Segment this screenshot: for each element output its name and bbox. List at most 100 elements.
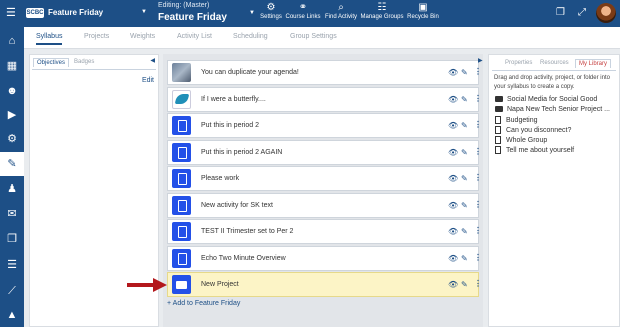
course-links-button[interactable]: ⚭ Course Links (285, 2, 321, 25)
hamburger-icon[interactable]: ☰ (6, 6, 18, 20)
pencil-icon[interactable]: ✎ (461, 95, 468, 104)
activity-row[interactable]: TEST II Trimester set to Per 2 👁 ✎ ⋮ (167, 219, 482, 244)
library-item-label: Napa New Tech Senior Project ... (507, 106, 610, 113)
users-icon[interactable]: ☻ (0, 79, 24, 103)
pencil-icon[interactable]: ✎ (461, 280, 468, 289)
activity-title[interactable]: New activity for SK text (201, 202, 273, 209)
more-options-icon[interactable]: ⋮ (474, 226, 482, 235)
pencil-icon[interactable]: ✎ (461, 227, 468, 236)
eye-icon[interactable]: 👁 (448, 254, 458, 263)
chevron-down-icon[interactable]: ▼ (249, 10, 255, 16)
eye-icon[interactable]: 👁 (448, 174, 458, 183)
more-options-icon[interactable]: ⋮ (474, 173, 482, 182)
activity-row[interactable]: If I were a butterfly.... 👁 ✎ ⋮ (167, 86, 482, 112)
pencil-icon[interactable]: ✎ (461, 174, 468, 183)
edit-link[interactable]: Edit (142, 77, 154, 84)
collapse-right-icon[interactable]: ▶ (478, 57, 483, 64)
eye-icon[interactable]: 👁 (448, 95, 458, 104)
eye-icon[interactable]: 👁 (448, 148, 458, 157)
mail-icon[interactable]: ✉ (0, 202, 24, 226)
more-options-icon[interactable]: ⋮ (474, 147, 482, 156)
library-item[interactable]: Social Media for Social Good (495, 96, 597, 103)
more-options-icon[interactable]: ⋮ (474, 253, 482, 262)
more-options-icon[interactable]: ⋮ (474, 279, 482, 288)
expand-icon[interactable]: ⤢ (578, 7, 586, 18)
tab-scheduling[interactable]: Scheduling (233, 33, 268, 40)
eye-icon[interactable]: 👁 (448, 201, 458, 210)
tab-objectives[interactable]: Objectives (33, 58, 70, 67)
calendar-icon[interactable]: ▦ (0, 54, 24, 78)
pencil-icon[interactable]: ✎ (461, 68, 468, 77)
activity-title[interactable]: TEST II Trimester set to Per 2 (201, 228, 293, 235)
eye-icon[interactable]: 👁 (448, 121, 458, 130)
library-item[interactable]: Napa New Tech Senior Project ... (495, 106, 610, 113)
recycle-bin-button[interactable]: ▣ Recycle Bin (406, 2, 440, 25)
pencil-icon[interactable]: ✎ (461, 201, 468, 210)
home-icon[interactable]: ⌂ (0, 29, 24, 53)
activity-title[interactable]: Put this in period 2 (201, 122, 259, 129)
activity-row[interactable]: Put this in period 2 👁 ✎ ⋮ (167, 113, 482, 138)
pencil-icon[interactable]: ✎ (461, 254, 468, 263)
activity-title[interactable]: If I were a butterfly.... (201, 96, 266, 103)
activity-row[interactable]: Please work 👁 ✎ ⋮ (167, 166, 482, 191)
editing-title[interactable]: Feature Friday (158, 12, 227, 23)
list-icon[interactable]: ☰ (0, 253, 24, 277)
activity-title[interactable]: Please work (201, 175, 239, 182)
activity-row[interactable]: New Project 👁 ✎ ⋮ (167, 272, 482, 297)
more-options-icon[interactable]: ⋮ (474, 94, 482, 103)
tab-weights[interactable]: Weights (130, 33, 155, 40)
chart-icon[interactable]: ⟋ (0, 279, 24, 303)
copy-icon[interactable]: ❐ (556, 7, 565, 18)
eye-icon[interactable]: 👁 (448, 227, 458, 236)
chevron-down-icon[interactable]: ▼ (141, 9, 147, 15)
collapse-left-icon[interactable]: ◀ (150, 57, 155, 64)
file-icon (495, 116, 501, 124)
trash-icon: ▣ (418, 2, 428, 13)
tab-projects[interactable]: Projects (84, 33, 109, 40)
pencil-icon[interactable]: ✎ (0, 152, 24, 176)
tab-group-settings[interactable]: Group Settings (290, 33, 337, 40)
eye-icon[interactable]: 👁 (448, 280, 458, 289)
settings-icon[interactable]: ⚙ (0, 127, 24, 151)
library-item[interactable]: Budgeting (495, 116, 538, 124)
tab-badges[interactable]: Badges (74, 59, 94, 65)
add-to-course-link[interactable]: + Add to Feature Friday (167, 300, 240, 307)
teacher-icon[interactable]: ♟ (0, 177, 24, 201)
tab-my-library[interactable]: My Library (575, 59, 612, 68)
activity-title[interactable]: Echo Two Minute Overview (201, 255, 286, 262)
pencil-icon[interactable]: ✎ (461, 121, 468, 130)
search-icon: ⌕ (338, 2, 344, 13)
copy-icon[interactable]: ❐ (0, 227, 24, 251)
activity-row[interactable]: Echo Two Minute Overview 👁 ✎ ⋮ (167, 245, 482, 271)
avatar[interactable] (596, 3, 616, 23)
library-item[interactable]: Can you disconnect? (495, 126, 571, 134)
library-item[interactable]: Tell me about yourself (495, 146, 574, 154)
library-panel: Properties Resources My Library Drag and… (488, 54, 620, 327)
tab-resources[interactable]: Resources (540, 60, 569, 66)
more-options-icon[interactable]: ⋮ (474, 200, 482, 209)
activity-list: You can duplicate your agenda! 👁 ✎ ⋮ If I we… (163, 54, 483, 327)
activity-title[interactable]: You can duplicate your agenda! (201, 69, 299, 76)
folder-icon (495, 96, 503, 103)
activity-row[interactable]: Put this in period 2 AGAIN 👁 ✎ ⋮ (167, 139, 482, 165)
activity-title[interactable]: Put this in period 2 AGAIN (201, 149, 282, 156)
editing-label: Editing: (Master) (158, 2, 210, 9)
play-icon[interactable]: ▶ (0, 103, 24, 127)
tab-properties[interactable]: Properties (505, 60, 532, 66)
tab-syllabus[interactable]: Syllabus (36, 33, 63, 45)
activity-row[interactable]: New activity for SK text 👁 ✎ ⋮ (167, 192, 482, 218)
tab-activity-list[interactable]: Activity List (177, 33, 212, 40)
alert-icon[interactable]: ▲ (0, 303, 24, 327)
pencil-icon[interactable]: ✎ (461, 148, 468, 157)
activity-title[interactable]: New Project (201, 281, 239, 288)
course-selector[interactable]: Feature Friday (48, 8, 103, 17)
settings-button[interactable]: ⚙ Settings (258, 2, 284, 25)
more-options-icon[interactable]: ⋮ (474, 120, 482, 129)
manage-groups-button[interactable]: ☷ Manage Groups (360, 2, 404, 25)
find-activity-button[interactable]: ⌕ Find Activity (323, 2, 359, 25)
library-item[interactable]: Whole Group (495, 136, 547, 144)
eye-icon[interactable]: 👁 (448, 68, 458, 77)
left-rail: ⌂ ▦ ☻ ▶ ⚙ ✎ ♟ ✉ ❐ ☰ ⟋ ▲ (0, 27, 24, 327)
activity-row[interactable]: You can duplicate your agenda! 👁 ✎ ⋮ (167, 60, 482, 85)
more-options-icon[interactable]: ⋮ (474, 67, 482, 76)
